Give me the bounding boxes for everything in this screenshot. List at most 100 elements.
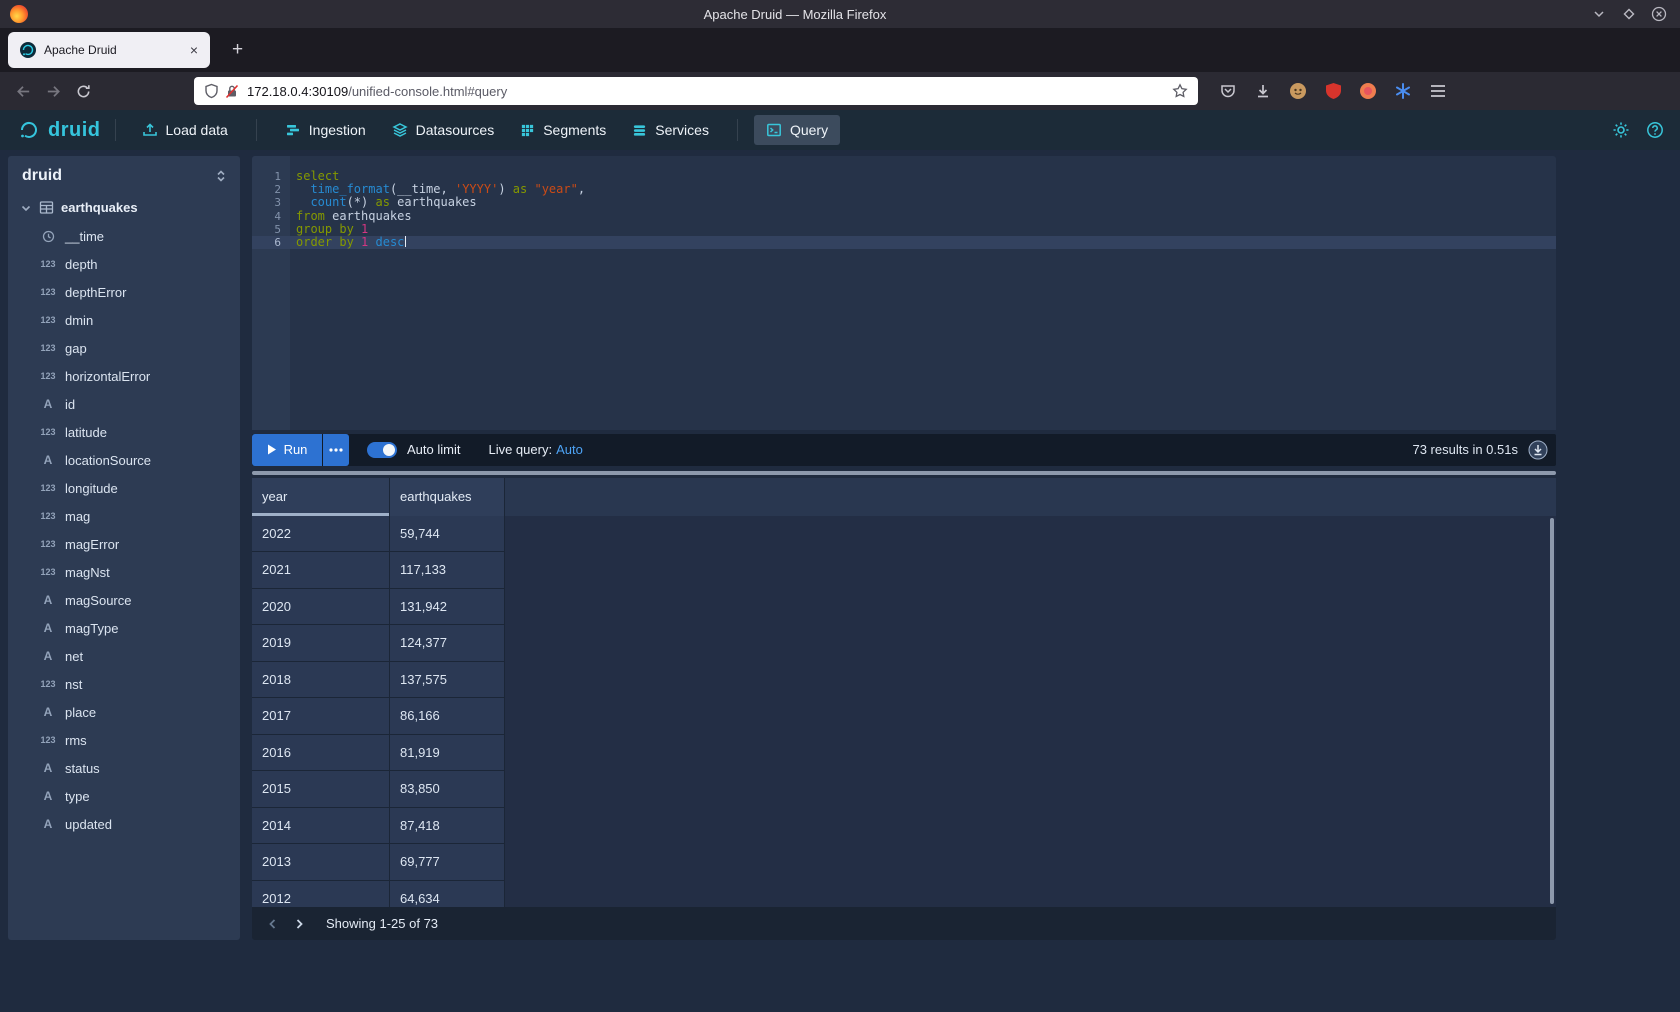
nav-ingestion[interactable]: Ingestion xyxy=(273,115,378,145)
sort-columns-icon[interactable] xyxy=(214,169,228,183)
forward-button[interactable] xyxy=(38,77,68,105)
extension-icon-orange[interactable] xyxy=(1354,77,1382,105)
sidebar-column-status[interactable]: Astatus xyxy=(8,754,240,782)
run-more-options-button[interactable] xyxy=(323,434,349,466)
window-maximize-icon[interactable] xyxy=(1620,5,1638,23)
downloads-icon[interactable] xyxy=(1249,77,1277,105)
result-cell[interactable]: 2019 xyxy=(252,625,390,662)
druid-logo[interactable]: druid xyxy=(18,119,101,142)
result-row-2019[interactable]: 2019124,377 xyxy=(252,625,1556,662)
window-minimize-icon[interactable] xyxy=(1590,5,1608,23)
sidebar-column-mag[interactable]: 123mag xyxy=(8,502,240,530)
auto-limit-toggle[interactable] xyxy=(367,442,397,458)
reload-button[interactable] xyxy=(68,77,98,105)
sidebar-column-latitude[interactable]: 123latitude xyxy=(8,418,240,446)
result-cell[interactable]: 2013 xyxy=(252,844,390,881)
sidebar-column-locationSource[interactable]: AlocationSource xyxy=(8,446,240,474)
tab-close-icon[interactable]: × xyxy=(186,42,202,58)
ublock-shield-icon[interactable] xyxy=(1319,77,1347,105)
sidebar-column-updated[interactable]: Aupdated xyxy=(8,810,240,838)
sidebar-column-depthError[interactable]: 123depthError xyxy=(8,278,240,306)
column-header-earthquakes[interactable]: earthquakes xyxy=(390,478,505,516)
result-cell[interactable]: 2016 xyxy=(252,735,390,772)
result-row-2018[interactable]: 2018137,575 xyxy=(252,662,1556,699)
extension-icon-tan[interactable] xyxy=(1284,77,1312,105)
sidebar-column-magNst[interactable]: 123magNst xyxy=(8,558,240,586)
next-page-icon[interactable] xyxy=(286,911,312,937)
vertical-scrollbar[interactable] xyxy=(1550,518,1554,904)
result-row-2012[interactable]: 201264,634 xyxy=(252,881,1556,907)
sidebar-column-horizontalError[interactable]: 123horizontalError xyxy=(8,362,240,390)
help-icon[interactable] xyxy=(1646,121,1664,139)
scrollbar-thumb[interactable] xyxy=(252,471,1556,475)
result-row-2013[interactable]: 201369,777 xyxy=(252,844,1556,881)
browser-tab-apache-druid[interactable]: Apache Druid × xyxy=(8,32,210,68)
result-row-2017[interactable]: 201786,166 xyxy=(252,698,1556,735)
result-row-2015[interactable]: 201583,850 xyxy=(252,771,1556,808)
pocket-icon[interactable] xyxy=(1214,77,1242,105)
sidebar-column-longitude[interactable]: 123longitude xyxy=(8,474,240,502)
nav-load-data[interactable]: Load data xyxy=(130,115,240,145)
nav-query[interactable]: Query xyxy=(754,115,840,145)
horizontal-scrollbar[interactable] xyxy=(252,471,1556,475)
back-button[interactable] xyxy=(8,77,38,105)
sidebar-column-dmin[interactable]: 123dmin xyxy=(8,306,240,334)
nav-segments[interactable]: Segments xyxy=(508,115,618,145)
result-cell[interactable]: 137,575 xyxy=(390,662,505,699)
url-bar[interactable]: 172.18.0.4:30109/unified-console.html#qu… xyxy=(194,77,1198,105)
column-header-year[interactable]: year xyxy=(252,478,390,516)
result-cell[interactable]: 2018 xyxy=(252,662,390,699)
result-row-2022[interactable]: 202259,744 xyxy=(252,516,1556,553)
download-results-icon[interactable] xyxy=(1528,440,1548,460)
new-tab-button[interactable]: + xyxy=(222,32,253,68)
editor-code[interactable]: select time_format(__time, 'YYYY') as "y… xyxy=(290,156,1556,430)
sidebar-column-magType[interactable]: AmagType xyxy=(8,614,240,642)
nav-services[interactable]: Services xyxy=(620,115,721,145)
result-cell[interactable]: 2014 xyxy=(252,808,390,845)
window-close-icon[interactable] xyxy=(1650,5,1668,23)
sidebar-column-type[interactable]: Atype xyxy=(8,782,240,810)
result-cell[interactable]: 131,942 xyxy=(390,589,505,626)
url-text[interactable]: 172.18.0.4:30109/unified-console.html#qu… xyxy=(247,84,1172,99)
live-query-auto-link[interactable]: Auto xyxy=(556,442,583,457)
extension-icon-blue-asterisk[interactable] xyxy=(1389,77,1417,105)
result-cell[interactable]: 87,418 xyxy=(390,808,505,845)
insecure-lock-icon[interactable] xyxy=(225,84,239,99)
result-cell[interactable]: 2012 xyxy=(252,881,390,907)
result-row-2020[interactable]: 2020131,942 xyxy=(252,589,1556,626)
result-cell[interactable]: 69,777 xyxy=(390,844,505,881)
sql-editor[interactable]: 123456 select time_format(__time, 'YYYY'… xyxy=(252,156,1556,430)
result-cell[interactable]: 2017 xyxy=(252,698,390,735)
menu-icon[interactable] xyxy=(1424,77,1452,105)
result-cell[interactable]: 117,133 xyxy=(390,552,505,589)
sidebar-column-depth[interactable]: 123depth xyxy=(8,250,240,278)
sidebar-column-magSource[interactable]: AmagSource xyxy=(8,586,240,614)
sidebar-column-place[interactable]: Aplace xyxy=(8,698,240,726)
datasource-row-earthquakes[interactable]: earthquakes xyxy=(8,194,240,222)
permissions-shield-icon[interactable] xyxy=(204,83,219,99)
sidebar-column-__time[interactable]: __time xyxy=(8,222,240,250)
result-cell[interactable]: 2020 xyxy=(252,589,390,626)
prev-page-icon[interactable] xyxy=(260,911,286,937)
sidebar-column-nst[interactable]: 123nst xyxy=(8,670,240,698)
result-row-2016[interactable]: 201681,919 xyxy=(252,735,1556,772)
sidebar-column-id[interactable]: Aid xyxy=(8,390,240,418)
sidebar-column-rms[interactable]: 123rms xyxy=(8,726,240,754)
result-cell[interactable]: 81,919 xyxy=(390,735,505,772)
result-cell[interactable]: 59,744 xyxy=(390,516,505,553)
nav-datasources[interactable]: Datasources xyxy=(380,115,507,145)
sidebar-column-net[interactable]: Anet xyxy=(8,642,240,670)
sidebar-column-magError[interactable]: 123magError xyxy=(8,530,240,558)
result-cell[interactable]: 124,377 xyxy=(390,625,505,662)
sidebar-column-gap[interactable]: 123gap xyxy=(8,334,240,362)
result-cell[interactable]: 64,634 xyxy=(390,881,505,907)
result-cell[interactable]: 86,166 xyxy=(390,698,505,735)
result-cell[interactable]: 2021 xyxy=(252,552,390,589)
settings-gear-icon[interactable] xyxy=(1612,121,1630,139)
result-cell[interactable]: 2022 xyxy=(252,516,390,553)
result-cell[interactable]: 83,850 xyxy=(390,771,505,808)
result-row-2021[interactable]: 2021117,133 xyxy=(252,552,1556,589)
result-row-2014[interactable]: 201487,418 xyxy=(252,808,1556,845)
run-button[interactable]: Run xyxy=(252,434,322,466)
result-cell[interactable]: 2015 xyxy=(252,771,390,808)
